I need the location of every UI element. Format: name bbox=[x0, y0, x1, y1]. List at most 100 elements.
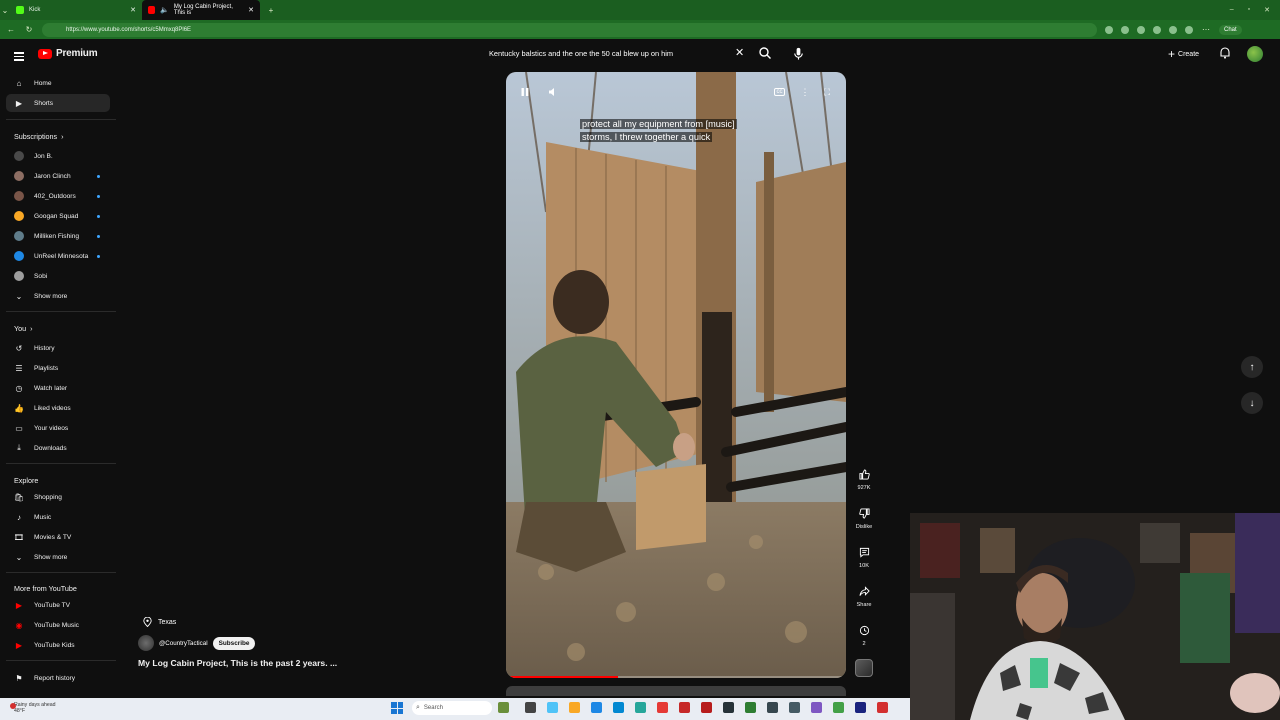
shorts-video-player[interactable]: protect all my equipment from [music] st… bbox=[506, 72, 846, 678]
extension-icon[interactable] bbox=[1153, 25, 1161, 34]
taskbar-app-icon[interactable] bbox=[498, 702, 509, 713]
short-title[interactable]: My Log Cabin Project, This is the past 2… bbox=[138, 658, 337, 668]
sidebar-item-subscription[interactable]: Googan Squad bbox=[6, 207, 110, 225]
sidebar-item-shorts[interactable]: ▶ Shorts bbox=[6, 94, 110, 112]
sidebar-item-report-history[interactable]: ⚑ Report history bbox=[6, 669, 110, 687]
taskbar-app-icon[interactable] bbox=[525, 702, 536, 713]
closed-captions-icon[interactable]: cc bbox=[774, 88, 785, 96]
windows-start-icon[interactable] bbox=[391, 702, 403, 714]
mail-icon[interactable] bbox=[613, 702, 624, 713]
video-progress-bar[interactable] bbox=[506, 676, 846, 678]
pause-icon[interactable] bbox=[518, 85, 532, 99]
bookmark-star-icon[interactable] bbox=[1121, 25, 1129, 34]
sidebar-item-subscription[interactable]: Milliken Fishing bbox=[6, 227, 110, 245]
you-heading[interactable]: You › bbox=[14, 324, 33, 333]
sidebar-item-youtube-tv[interactable]: ▶ YouTube TV bbox=[6, 596, 110, 614]
taskbar-app-icon[interactable] bbox=[745, 702, 756, 713]
thumbs-up-icon[interactable] bbox=[856, 466, 872, 482]
taskbar-app-icon[interactable] bbox=[657, 702, 668, 713]
dislike-action[interactable]: Dislike bbox=[854, 505, 874, 530]
comment-icon[interactable] bbox=[856, 544, 872, 560]
fullscreen-icon[interactable]: ⛶ bbox=[820, 85, 834, 99]
taskbar-app-icon[interactable] bbox=[679, 702, 690, 713]
taskbar-app-icon[interactable] bbox=[789, 702, 800, 713]
share-action[interactable]: Share bbox=[854, 583, 874, 608]
steam-icon[interactable] bbox=[855, 702, 866, 713]
sidebar-item-liked-videos[interactable]: 👍 Liked videos bbox=[6, 399, 110, 417]
close-tab-icon[interactable]: ✕ bbox=[248, 6, 254, 14]
account-avatar[interactable] bbox=[1247, 46, 1263, 62]
remix-action[interactable]: 2 bbox=[854, 622, 874, 647]
more-options-icon[interactable]: ⋮ bbox=[798, 85, 812, 99]
extension-icon[interactable] bbox=[1169, 25, 1177, 34]
share-icon[interactable] bbox=[856, 583, 872, 599]
taskbar-app-icon[interactable] bbox=[811, 702, 822, 713]
weather-widget[interactable]: Rainy days ahead 48°F bbox=[10, 702, 56, 714]
tab-menu-chevron-icon[interactable]: ⌄ bbox=[0, 6, 10, 15]
location-tag[interactable]: Texas bbox=[143, 617, 176, 627]
close-window-icon[interactable]: ✕ bbox=[1264, 6, 1270, 14]
profile-icon[interactable] bbox=[1185, 25, 1193, 34]
reload-icon[interactable]: ↻ bbox=[24, 25, 34, 34]
sound-thumbnail[interactable] bbox=[855, 659, 873, 677]
taskbar-app-icon[interactable] bbox=[547, 702, 558, 713]
subscribe-button[interactable]: Subscribe bbox=[212, 636, 256, 650]
sidebar-item-your-videos[interactable]: ▭ Your videos bbox=[6, 419, 110, 437]
create-button[interactable]: + Create bbox=[1168, 47, 1199, 61]
sidebar-item-subscription[interactable]: 402_Outdoors bbox=[6, 187, 110, 205]
taskbar-app-icon[interactable] bbox=[701, 702, 712, 713]
tab-youtube[interactable]: 🔈 My Log Cabin Project, This is ✕ bbox=[142, 0, 260, 20]
minimize-icon[interactable]: – bbox=[1230, 6, 1234, 14]
next-short-preview[interactable] bbox=[506, 686, 846, 696]
remix-icon[interactable] bbox=[856, 622, 872, 638]
sidebar-item-youtube-music[interactable]: ◉ YouTube Music bbox=[6, 616, 110, 634]
sidebar-item-music[interactable]: ♪ Music bbox=[6, 508, 110, 526]
previous-short-button[interactable]: ↑ bbox=[1241, 356, 1263, 378]
channel-handle[interactable]: @CountryTactical bbox=[159, 640, 208, 647]
search-icon[interactable] bbox=[757, 45, 773, 61]
spotify-icon[interactable] bbox=[833, 702, 844, 713]
url-field[interactable]: https://www.youtube.com/shorts/c5Mmxq8Pl… bbox=[42, 22, 1097, 37]
channel-avatar[interactable] bbox=[138, 635, 154, 651]
file-explorer-icon[interactable] bbox=[569, 702, 580, 713]
show-more-subscriptions[interactable]: ⌄ Show more bbox=[6, 287, 110, 305]
notifications-bell-icon[interactable] bbox=[1219, 46, 1231, 59]
sidebar-item-youtube-kids[interactable]: ▶ YouTube Kids bbox=[6, 636, 110, 654]
new-tab-icon[interactable]: + bbox=[266, 6, 276, 15]
show-more-explore[interactable]: ⌄ Show more bbox=[6, 548, 110, 566]
youtube-premium-logo[interactable]: Premium bbox=[38, 48, 98, 59]
search-input[interactable]: Kentucky balstics and the one the 50 cal… bbox=[482, 44, 752, 63]
audio-playing-icon[interactable]: 🔈 bbox=[160, 6, 169, 14]
more-menu-icon[interactable]: ⋯ bbox=[1201, 25, 1211, 34]
subscriptions-heading[interactable]: Subscriptions › bbox=[14, 132, 64, 141]
next-short-button[interactable]: ↓ bbox=[1241, 392, 1263, 414]
sidebar-item-playlists[interactable]: ☰ Playlists bbox=[6, 359, 110, 377]
taskbar-search[interactable]: ⌕ Search bbox=[412, 701, 492, 715]
back-icon[interactable]: ← bbox=[6, 25, 16, 34]
extension-icon[interactable] bbox=[1137, 25, 1145, 34]
close-tab-icon[interactable]: ✕ bbox=[130, 6, 136, 14]
taskbar-app-icon[interactable] bbox=[877, 702, 888, 713]
edge-icon[interactable] bbox=[635, 702, 646, 713]
taskbar-app-icon[interactable] bbox=[723, 702, 734, 713]
tab-kick[interactable]: Kick ✕ bbox=[10, 0, 142, 20]
sidebar-item-home[interactable]: ⌂ Home bbox=[6, 74, 110, 92]
sidebar-item-subscription[interactable]: UnReel Minnesota bbox=[6, 247, 110, 265]
sidebar-item-watch-later[interactable]: ◷ Watch later bbox=[6, 379, 110, 397]
sidebar-item-subscription[interactable]: Jon B. bbox=[6, 147, 110, 165]
chat-button[interactable]: Chat bbox=[1219, 24, 1242, 35]
microphone-icon[interactable] bbox=[791, 46, 806, 61]
clear-search-icon[interactable]: ✕ bbox=[735, 46, 744, 59]
sidebar-item-subscription[interactable]: Sobi bbox=[6, 267, 110, 285]
maximize-icon[interactable]: ▫ bbox=[1248, 6, 1250, 14]
sidebar-item-shopping[interactable]: 🛍 Shopping bbox=[6, 488, 110, 506]
comments-action[interactable]: 10K bbox=[854, 544, 874, 569]
taskbar-app-icon[interactable] bbox=[591, 702, 602, 713]
taskbar-app-icon[interactable] bbox=[767, 702, 778, 713]
sidebar-item-downloads[interactable]: ⤓ Downloads bbox=[6, 439, 110, 457]
sidebar-item-history[interactable]: ↺ History bbox=[6, 339, 110, 357]
thumbs-down-icon[interactable] bbox=[856, 505, 872, 521]
sidebar-item-subscription[interactable]: Jaron Clinch bbox=[6, 167, 110, 185]
volume-icon[interactable] bbox=[546, 85, 560, 99]
sidebar-item-movies[interactable]: 🎞 Movies & TV bbox=[6, 528, 110, 546]
